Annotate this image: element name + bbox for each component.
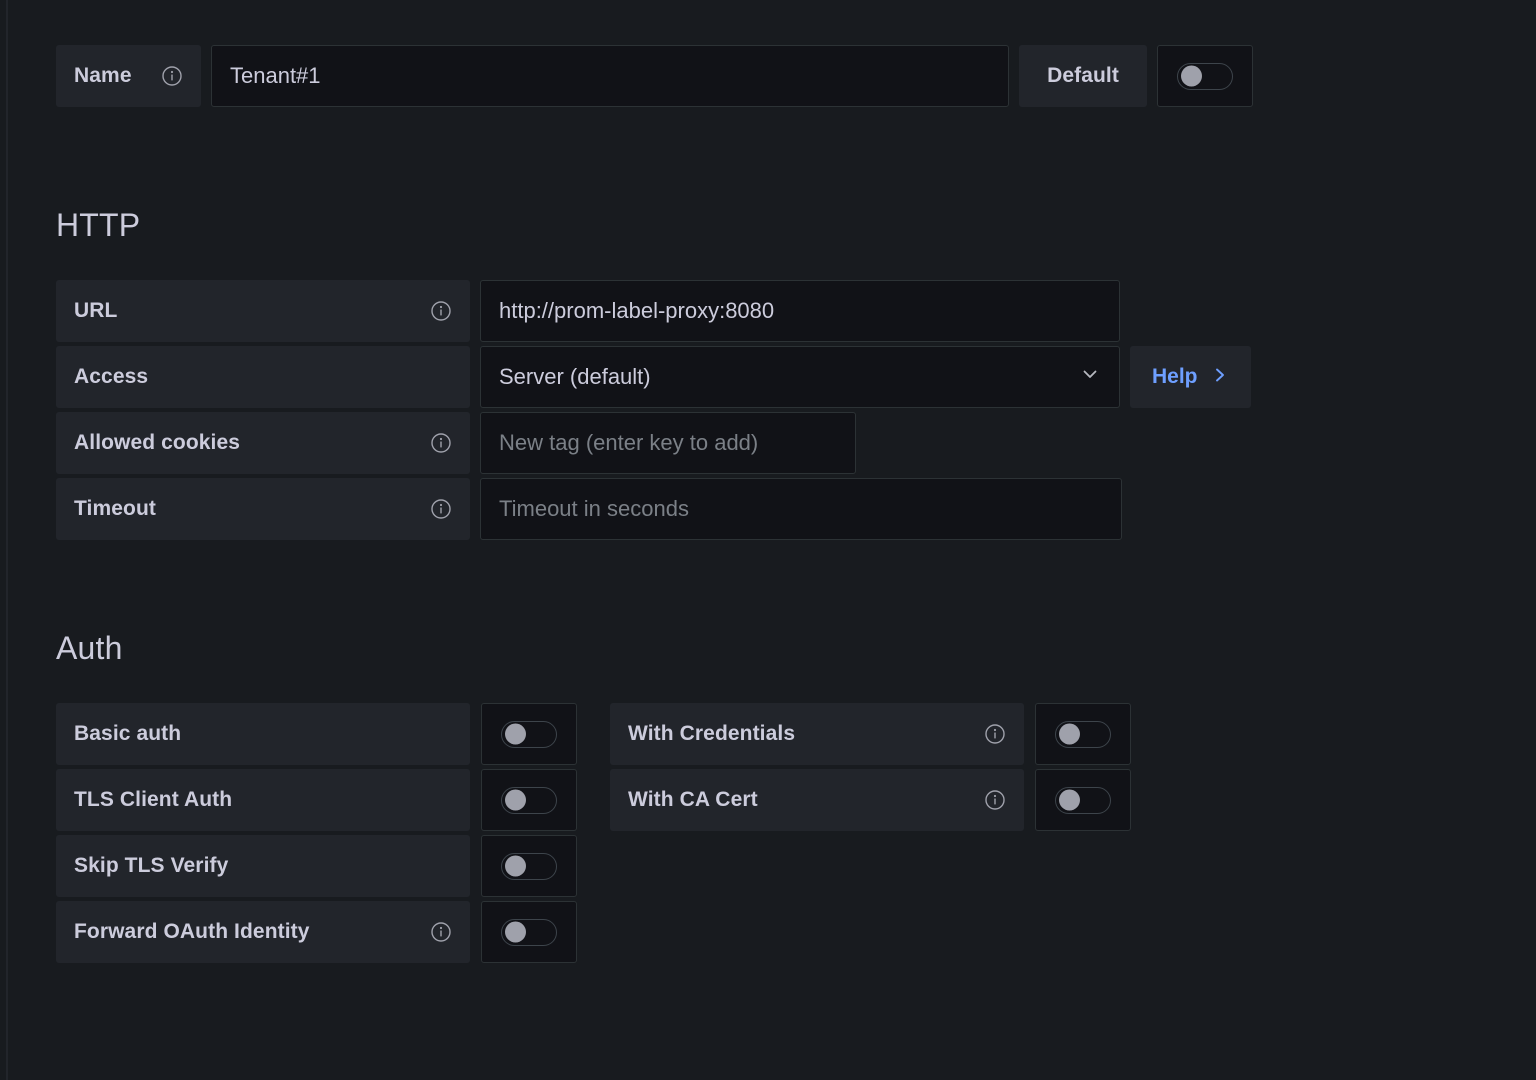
chevron-right-icon <box>1211 364 1229 391</box>
with-credentials-label-box: With Credentials <box>610 703 1024 765</box>
info-circle-icon[interactable] <box>430 498 452 520</box>
forward-oauth-identity-label: Forward OAuth Identity <box>74 920 310 943</box>
timeout-input[interactable]: Timeout in seconds <box>480 478 1122 540</box>
tls-client-auth-toggle[interactable] <box>481 769 577 831</box>
info-circle-icon[interactable] <box>161 65 183 87</box>
auth-row-tls: TLS Client Auth With CA Cert <box>56 769 1476 831</box>
http-row-access: Access Server (default) Help <box>56 346 1476 408</box>
toggle-knob <box>1059 723 1080 745</box>
access-select[interactable]: Server (default) <box>480 346 1120 408</box>
http-row-url: URL http://prom-label-proxy:8080 <box>56 280 1476 342</box>
allowed-cookies-label-box: Allowed cookies <box>56 412 470 474</box>
chevron-down-icon[interactable] <box>1079 363 1101 391</box>
toggle-knob <box>505 921 526 943</box>
forward-oauth-identity-toggle[interactable] <box>481 901 577 963</box>
toggle-knob <box>505 723 526 745</box>
access-label-box: Access <box>56 346 470 408</box>
auth-column-gap <box>588 703 599 765</box>
info-circle-icon[interactable] <box>430 921 452 943</box>
url-label: URL <box>74 299 118 322</box>
default-label: Default <box>1047 64 1119 87</box>
name-label: Name <box>74 64 132 87</box>
url-input[interactable]: http://prom-label-proxy:8080 <box>480 280 1120 342</box>
skip-tls-verify-toggle[interactable] <box>481 835 577 897</box>
toggle-switch-icon[interactable] <box>1177 62 1233 90</box>
tls-client-auth-label-box: TLS Client Auth <box>56 769 470 831</box>
basic-auth-toggle[interactable] <box>481 703 577 765</box>
skip-tls-verify-label: Skip TLS Verify <box>74 854 229 877</box>
help-button-label: Help <box>1152 365 1198 388</box>
toggle-switch-icon[interactable] <box>501 852 557 880</box>
default-label-box: Default <box>1019 45 1147 107</box>
name-label-box: Name <box>56 45 201 107</box>
toggle-switch-icon[interactable] <box>501 720 557 748</box>
toggle-knob <box>505 855 526 877</box>
name-input[interactable]: Tenant#1 <box>211 45 1009 107</box>
info-circle-icon[interactable] <box>984 723 1006 745</box>
with-ca-cert-label: With CA Cert <box>628 788 758 811</box>
http-row-timeout: Timeout Timeout in seconds <box>56 478 1476 540</box>
tls-client-auth-label: TLS Client Auth <box>74 788 233 811</box>
timeout-label: Timeout <box>74 497 156 520</box>
info-circle-icon[interactable] <box>430 300 452 322</box>
help-button[interactable]: Help <box>1130 346 1251 408</box>
auth-rows: Basic auth With Credentials TLS Client A… <box>56 703 1476 963</box>
info-circle-icon[interactable] <box>984 789 1006 811</box>
allowed-cookies-input[interactable]: New tag (enter key to add) <box>480 412 856 474</box>
with-ca-cert-label-box: With CA Cert <box>610 769 1024 831</box>
toggle-switch-icon[interactable] <box>501 786 557 814</box>
settings-content: Name Tenant#1 Default HTTP URL http://pr… <box>56 0 1476 963</box>
toggle-knob <box>1181 65 1202 87</box>
url-label-box: URL <box>56 280 470 342</box>
auth-row-skip-tls: Skip TLS Verify <box>56 835 1476 897</box>
auth-row-forward-oauth: Forward OAuth Identity <box>56 901 1476 963</box>
allowed-cookies-label: Allowed cookies <box>74 431 241 454</box>
forward-oauth-identity-label-box: Forward OAuth Identity <box>56 901 470 963</box>
toggle-switch-icon[interactable] <box>1055 720 1111 748</box>
http-row-allowed-cookies: Allowed cookies New tag (enter key to ad… <box>56 412 1476 474</box>
basic-auth-label: Basic auth <box>74 722 182 745</box>
toggle-knob <box>505 789 526 811</box>
datasource-settings-page: Name Tenant#1 Default HTTP URL http://pr… <box>0 0 1536 1080</box>
default-toggle[interactable] <box>1157 45 1253 107</box>
auth-row-basic: Basic auth With Credentials <box>56 703 1476 765</box>
with-ca-cert-toggle[interactable] <box>1035 769 1131 831</box>
with-credentials-toggle[interactable] <box>1035 703 1131 765</box>
info-circle-icon[interactable] <box>430 432 452 454</box>
toggle-knob <box>1059 789 1080 811</box>
auth-section-title: Auth <box>56 630 123 666</box>
toggle-switch-icon[interactable] <box>1055 786 1111 814</box>
http-section-title: HTTP <box>56 207 141 243</box>
toggle-switch-icon[interactable] <box>501 918 557 946</box>
with-credentials-label: With Credentials <box>628 722 796 745</box>
access-label: Access <box>74 365 149 388</box>
skip-tls-verify-label-box: Skip TLS Verify <box>56 835 470 897</box>
access-select-value: Server (default) <box>499 364 651 389</box>
left-edge-divider <box>6 0 8 1080</box>
http-rows: URL http://prom-label-proxy:8080 Access <box>56 280 1476 540</box>
auth-column-gap <box>588 769 599 831</box>
name-row: Name Tenant#1 Default <box>56 0 1476 107</box>
basic-auth-label-box: Basic auth <box>56 703 470 765</box>
timeout-label-box: Timeout <box>56 478 470 540</box>
